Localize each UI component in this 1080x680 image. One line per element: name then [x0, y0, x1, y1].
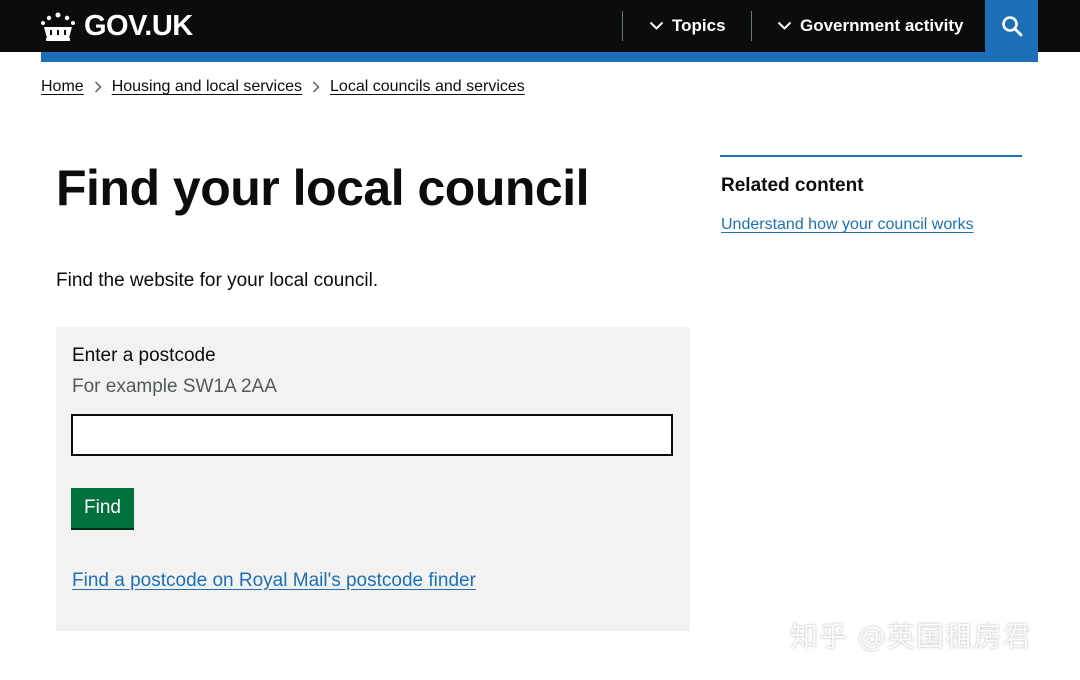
breadcrumb: Home Housing and local services Local co… [41, 78, 525, 96]
chevron-down-icon [777, 21, 792, 30]
chevron-down-icon [649, 21, 664, 30]
watermark: 知乎 @英国租房君 [790, 620, 1032, 653]
breadcrumb-home[interactable]: Home [41, 78, 84, 96]
postcode-label: Enter a postcode [72, 345, 216, 366]
related-content-heading: Related content [721, 175, 864, 196]
related-link-council-works[interactable]: Understand how your council works [721, 216, 974, 234]
search-icon [1001, 16, 1022, 37]
header-blue-stripe [41, 52, 1038, 62]
site-header: GOV.UK Topics Government activity [0, 0, 1080, 52]
nav-divider [751, 11, 752, 41]
postcode-hint: For example SW1A 2AA [72, 376, 277, 397]
nav-government-activity[interactable]: Government activity [777, 11, 963, 41]
related-content-rule [720, 155, 1022, 157]
nav-government-activity-label: Government activity [800, 16, 964, 35]
postcode-search-panel: Enter a postcode For example SW1A 2AA Fi… [56, 327, 690, 631]
chevron-right-icon [312, 81, 320, 93]
page-lede: Find the website for your local council. [56, 270, 379, 291]
search-button[interactable] [985, 0, 1038, 52]
nav-topics-label: Topics [672, 16, 726, 35]
postcode-input[interactable] [71, 414, 673, 456]
logo-text: GOV.UK [84, 9, 193, 42]
breadcrumb-local-councils[interactable]: Local councils and services [330, 78, 525, 96]
breadcrumb-housing[interactable]: Housing and local services [112, 78, 302, 96]
nav-divider [622, 11, 623, 41]
nav-topics[interactable]: Topics [649, 11, 726, 41]
govuk-logo-link[interactable]: GOV.UK [40, 8, 193, 44]
page-title: Find your local council [56, 160, 590, 216]
find-button[interactable]: Find [71, 488, 134, 528]
chevron-right-icon [94, 81, 102, 93]
royal-mail-postcode-finder-link[interactable]: Find a postcode on Royal Mail's postcode… [72, 570, 476, 592]
crown-icon [40, 11, 76, 41]
